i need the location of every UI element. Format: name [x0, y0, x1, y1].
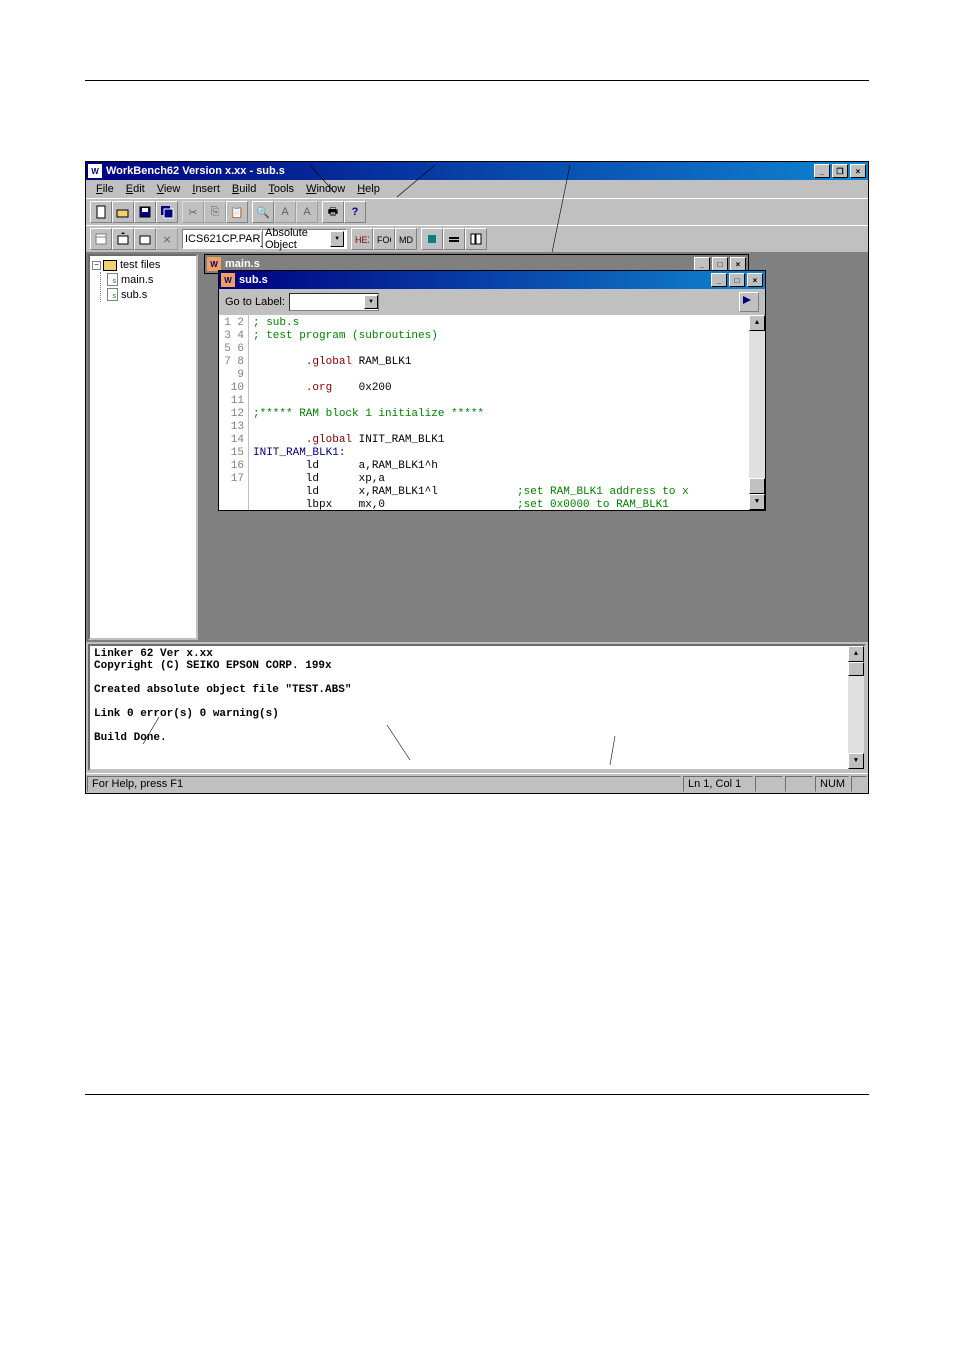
tool-mdc-button[interactable]: MDC — [395, 228, 417, 250]
print-button[interactable]: 🖶 — [322, 201, 344, 223]
status-help: For Help, press F1 — [87, 776, 681, 792]
build-button[interactable] — [112, 228, 134, 250]
status-ind3 — [851, 776, 867, 792]
tree-file-label: main.s — [121, 274, 153, 286]
status-bar: For Help, press F1 Ln 1, Col 1 NUM — [86, 773, 868, 793]
output-panel[interactable]: Linker 62 Ver x.xx Copyright (C) SEIKO E… — [88, 644, 866, 771]
menu-tools[interactable]: Tools — [262, 181, 300, 197]
minimize-button[interactable]: _ — [694, 257, 710, 271]
menu-insert[interactable]: Insert — [186, 181, 226, 197]
doc-icon: W — [207, 257, 221, 271]
status-ind2 — [785, 776, 813, 792]
minimize-button[interactable]: _ — [711, 273, 727, 287]
tool-fog-button[interactable]: FOG — [373, 228, 395, 250]
line-gutter: 1 2 3 4 5 6 7 8 9 10 11 12 13 14 15 16 1… — [219, 315, 249, 510]
debug-button[interactable] — [421, 228, 443, 250]
menu-view[interactable]: View — [151, 181, 187, 197]
status-ind1 — [755, 776, 783, 792]
ics-combo[interactable]: ICS621CP.PAR▼ — [182, 229, 262, 249]
scroll-thumb[interactable] — [749, 478, 765, 494]
scroll-down-icon[interactable]: ▼ — [848, 753, 864, 769]
goto-label-text: Go to Label: — [225, 296, 285, 308]
status-position: Ln 1, Col 1 — [683, 776, 753, 792]
project-tree[interactable]: − test files main.s sub.s — [88, 254, 198, 640]
goto-label-combo[interactable]: ▼ — [289, 293, 379, 311]
save-button[interactable] — [134, 201, 156, 223]
svg-text:FOG: FOG — [377, 235, 391, 245]
file-icon — [107, 273, 118, 286]
folder-icon — [103, 260, 117, 271]
scroll-up-icon[interactable]: ▲ — [848, 646, 864, 662]
scroll-track[interactable] — [749, 331, 765, 478]
window-title: WorkBench62 Version x.xx - sub.s — [106, 165, 285, 177]
code-editor[interactable]: 1 2 3 4 5 6 7 8 9 10 11 12 13 14 15 16 1… — [219, 315, 765, 510]
project-button[interactable] — [90, 228, 112, 250]
mdi-area: W main.s _ □ × — [200, 252, 868, 642]
open-button[interactable] — [112, 201, 134, 223]
status-num: NUM — [815, 776, 849, 792]
build-toolbar: ⨯ ICS621CP.PAR▼ Absolute Object▼ HEX FOG… — [86, 225, 868, 252]
output-toggle-button[interactable] — [443, 228, 465, 250]
restore-button[interactable]: □ — [729, 273, 745, 287]
scroll-up-icon[interactable]: ▲ — [749, 315, 765, 331]
new-button[interactable] — [90, 201, 112, 223]
menu-window[interactable]: Window — [300, 181, 351, 197]
title-bar: W WorkBench62 Version x.xx - sub.s _ ❐ × — [86, 162, 868, 180]
menu-bar: File Edit View Insert Build Tools Window… — [86, 180, 868, 198]
find-prev-button[interactable]: A — [296, 201, 318, 223]
tool-hex-button[interactable]: HEX — [351, 228, 373, 250]
code-content[interactable]: ; sub.s ; test program (subroutines) .gl… — [249, 315, 749, 510]
help-button[interactable]: ? — [344, 201, 366, 223]
menu-build[interactable]: Build — [226, 181, 262, 197]
goto-button[interactable] — [739, 292, 759, 312]
output-text: Linker 62 Ver x.xx Copyright (C) SEIKO E… — [94, 648, 848, 767]
vertical-scrollbar[interactable]: ▲ ▼ — [848, 646, 864, 769]
scroll-track[interactable] — [848, 676, 864, 753]
tree-toggle-button[interactable] — [465, 228, 487, 250]
scroll-down-icon[interactable]: ▼ — [749, 494, 765, 510]
save-all-button[interactable] — [156, 201, 178, 223]
menu-help[interactable]: Help — [351, 181, 386, 197]
dropdown-arrow-icon: ▼ — [364, 295, 378, 309]
main-window: W WorkBench62 Version x.xx - sub.s _ ❐ ×… — [85, 161, 869, 794]
maximize-button[interactable]: ❐ — [832, 164, 848, 178]
menu-edit[interactable]: Edit — [120, 181, 151, 197]
mdi-window-sub[interactable]: W sub.s _ □ × Go to Label: ▼ — [218, 270, 766, 511]
svg-text:HEX: HEX — [355, 235, 369, 245]
file-icon — [107, 288, 118, 301]
main-client-area: − test files main.s sub.s — [86, 252, 868, 642]
close-button[interactable]: × — [850, 164, 866, 178]
close-button[interactable]: × — [730, 257, 746, 271]
find-next-button[interactable]: A — [274, 201, 296, 223]
stop-build-button[interactable]: ⨯ — [156, 228, 178, 250]
copy-button[interactable]: ⎘ — [204, 201, 226, 223]
minimize-button[interactable]: _ — [814, 164, 830, 178]
tree-root[interactable]: − test files — [92, 258, 194, 272]
paste-button[interactable]: 📋 — [226, 201, 248, 223]
app-icon: W — [88, 164, 102, 178]
collapse-icon[interactable]: − — [92, 261, 101, 270]
svg-text:MDC: MDC — [399, 235, 413, 245]
mdi-title: main.s — [225, 258, 260, 270]
close-button[interactable]: × — [747, 273, 763, 287]
tree-file-sub[interactable]: sub.s — [107, 287, 194, 302]
editor-toolbar: Go to Label: ▼ — [219, 289, 765, 315]
mdi-title: sub.s — [239, 274, 268, 286]
tree-file-label: sub.s — [121, 289, 147, 301]
find-button[interactable]: 🔍 — [252, 201, 274, 223]
restore-button[interactable]: □ — [712, 257, 728, 271]
menu-file[interactable]: File — [90, 181, 120, 197]
rebuild-button[interactable] — [134, 228, 156, 250]
dropdown-arrow-icon: ▼ — [330, 231, 344, 247]
standard-toolbar: ✂ ⎘ 📋 🔍 A A 🖶 ? — [86, 198, 868, 225]
cut-button[interactable]: ✂ — [182, 201, 204, 223]
object-combo[interactable]: Absolute Object▼ — [262, 229, 347, 249]
doc-icon: W — [221, 273, 235, 287]
scroll-thumb[interactable] — [848, 662, 864, 676]
tree-file-main[interactable]: main.s — [107, 272, 194, 287]
tree-root-label: test files — [120, 259, 160, 271]
vertical-scrollbar[interactable]: ▲ ▼ — [749, 315, 765, 510]
